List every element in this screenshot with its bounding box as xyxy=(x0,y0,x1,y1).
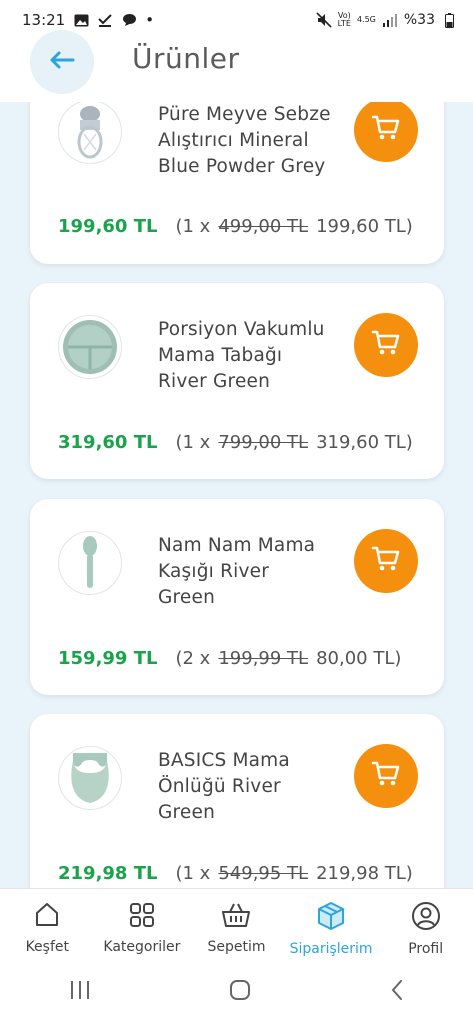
cart-icon xyxy=(371,760,401,792)
download-check-icon xyxy=(97,12,113,28)
basket-icon xyxy=(221,901,251,933)
product-name: Nam Nam Mama Kaşığı River Green xyxy=(158,535,316,608)
status-time: 13:21 xyxy=(22,11,66,29)
nav-label: Sepetim xyxy=(207,939,266,955)
page-title: Ürünler xyxy=(132,42,240,75)
nav-label: Keşfet xyxy=(25,939,69,955)
old-price: 499,00 TL xyxy=(218,216,309,237)
product-card: Püre Meyve Sebze Alıştırıcı Mineral Blue… xyxy=(30,102,444,264)
bottom-navigation: Keşfet Kategoriler Sepetim Siparişlerim … xyxy=(0,888,473,960)
add-to-cart-button[interactable] xyxy=(354,744,418,808)
battery-percent: %33 xyxy=(403,12,435,28)
product-card: BASICS Mama Önlüğü River Green 219,98 TL… xyxy=(30,714,444,888)
add-to-cart-button[interactable] xyxy=(354,102,418,162)
cart-icon xyxy=(371,545,401,577)
unit-price: 80,00 TL) xyxy=(316,648,402,669)
network-type: 4.5G xyxy=(356,15,376,24)
unit-price: 219,98 TL) xyxy=(316,863,413,884)
status-dot: • xyxy=(145,11,155,29)
unit-price: 199,60 TL) xyxy=(316,216,413,237)
grid-icon xyxy=(128,901,156,933)
line-total-price: 219,98 TL xyxy=(58,863,158,884)
volte-indicator: Vo) LTE xyxy=(337,11,351,28)
product-name: Püre Meyve Sebze Alıştırıcı Mineral Blue… xyxy=(158,104,331,177)
product-card: Porsiyon Vakumlu Mama Tabağı River Green… xyxy=(30,283,444,479)
product-thumbnail xyxy=(58,315,122,379)
price-row: 199,60 TL (1 x 499,00 TL 199,60 TL) xyxy=(58,216,413,237)
gallery-icon xyxy=(73,12,89,28)
system-navigation xyxy=(0,960,473,1024)
home-button[interactable] xyxy=(228,978,252,1006)
nav-label: Siparişlerim xyxy=(289,941,373,957)
arrow-left-icon xyxy=(49,51,75,73)
user-icon xyxy=(411,901,441,935)
nav-item-profil[interactable]: Profil xyxy=(378,889,473,960)
old-price: 549,95 TL xyxy=(218,863,309,884)
cart-icon xyxy=(371,329,401,361)
recent-apps-button[interactable] xyxy=(68,979,92,1005)
box-icon xyxy=(316,901,346,935)
back-button[interactable] xyxy=(30,30,94,94)
signal-icon xyxy=(382,12,398,28)
old-price: 799,00 TL xyxy=(218,432,309,453)
back-system-button[interactable] xyxy=(389,978,405,1006)
add-to-cart-button[interactable] xyxy=(354,313,418,377)
price-row: 319,60 TL (1 x 799,00 TL 319,60 TL) xyxy=(58,432,413,453)
product-list[interactable]: Püre Meyve Sebze Alıştırıcı Mineral Blue… xyxy=(0,102,473,888)
nav-label: Profil xyxy=(408,941,444,957)
app-header: Ürünler xyxy=(0,30,473,102)
product-name: Porsiyon Vakumlu Mama Tabağı River Green xyxy=(158,319,325,392)
price-row: 159,99 TL (2 x 199,99 TL 80,00 TL) xyxy=(58,648,402,669)
line-total-price: 199,60 TL xyxy=(58,216,158,237)
price-row: 219,98 TL (1 x 549,95 TL 219,98 TL) xyxy=(58,863,413,884)
line-total-price: 159,99 TL xyxy=(58,648,158,669)
nav-item-kesfet[interactable]: Keşfet xyxy=(0,889,95,960)
product-card: Nam Nam Mama Kaşığı River Green 159,99 T… xyxy=(30,499,444,695)
cart-icon xyxy=(371,114,401,146)
nav-item-sepetim[interactable]: Sepetim xyxy=(189,889,284,960)
product-thumbnail xyxy=(58,531,122,595)
nav-item-siparislerim[interactable]: Siparişlerim xyxy=(284,889,379,960)
add-to-cart-button[interactable] xyxy=(354,529,418,593)
chat-bubble-icon xyxy=(121,12,137,28)
mute-icon xyxy=(316,12,332,28)
battery-icon xyxy=(441,12,457,28)
home-icon xyxy=(33,901,61,933)
line-total-price: 319,60 TL xyxy=(58,432,158,453)
product-thumbnail xyxy=(58,102,122,164)
nav-label: Kategoriler xyxy=(103,939,181,955)
unit-price: 319,60 TL) xyxy=(316,432,413,453)
product-thumbnail xyxy=(58,746,122,810)
product-name: BASICS Mama Önlüğü River Green xyxy=(158,750,290,823)
nav-item-kategoriler[interactable]: Kategoriler xyxy=(95,889,190,960)
old-price: 199,99 TL xyxy=(218,648,309,669)
